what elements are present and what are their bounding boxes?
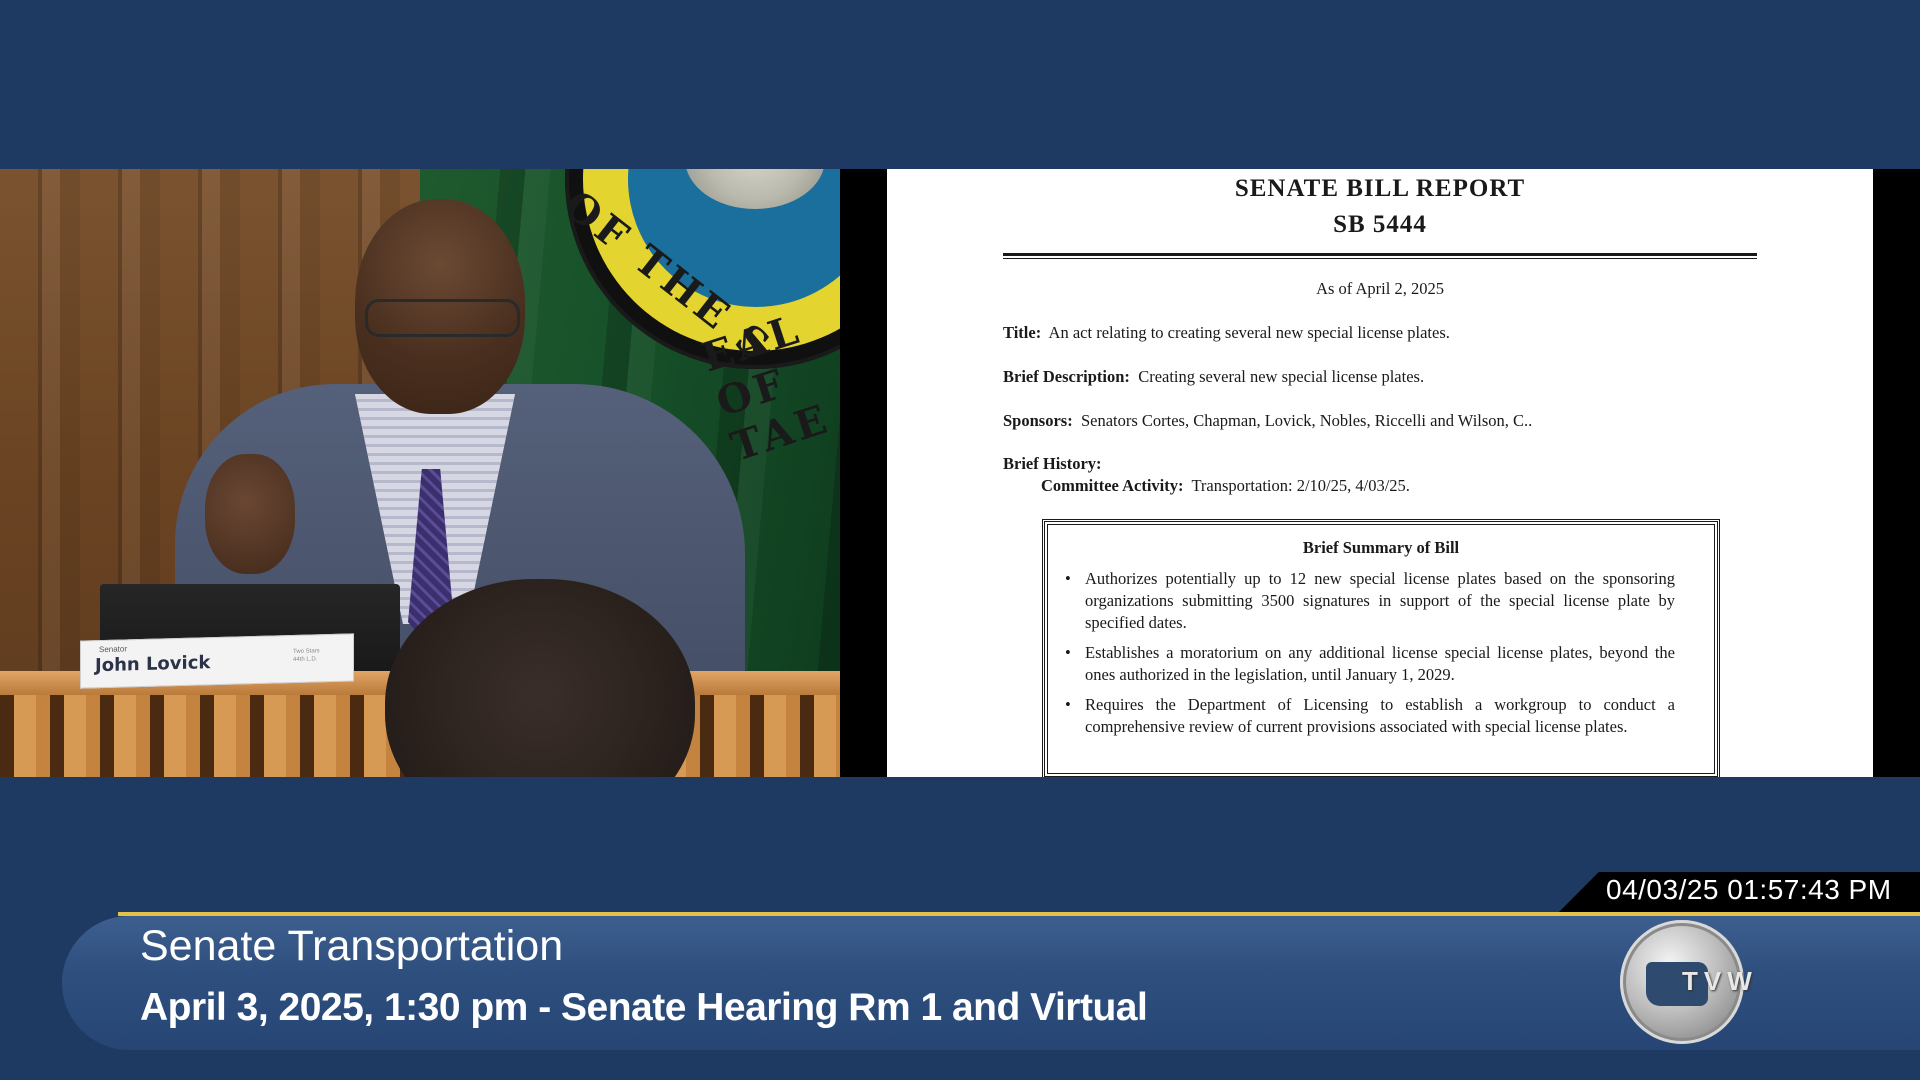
brief-summary-title: Brief Summary of Bill <box>1302 538 1460 557</box>
summary-bullet-3-text: Requires the Department of Licensing to … <box>1085 695 1675 736</box>
brief-description-value: Creating several new special license pla… <box>1138 367 1425 386</box>
bill-number: SB 5444 <box>1333 211 1427 238</box>
committee-activity-line: Committee Activity: Transportation: 2/10… <box>1041 476 1410 496</box>
brief-history-label-text: Brief History: <box>1003 454 1102 473</box>
title-rule-thin <box>1003 258 1757 259</box>
committee-activity-label: Committee Activity: <box>1041 476 1184 495</box>
sponsors-label: Sponsors: <box>1003 411 1073 430</box>
summary-bullet-1: • Authorizes potentially up to 12 new sp… <box>1065 568 1675 634</box>
summary-bullet-2-text: Establishes a moratorium on any addition… <box>1085 643 1675 684</box>
bullet-dot-icon: • <box>1065 643 1071 662</box>
bullet-dot-icon: • <box>1065 569 1071 588</box>
sponsors-value: Senators Cortes, Chapman, Lovick, Nobles… <box>1080 411 1533 430</box>
broadcast-frame: OF THE S EAL OF TAE Senator John Lovick … <box>0 0 1920 1080</box>
camera-feed: OF THE S EAL OF TAE Senator John Lovick … <box>0 169 840 777</box>
program-title: Senate Transportation <box>140 922 564 970</box>
tvw-logo-text: TVW <box>1682 966 1758 996</box>
program-subtitle: April 3, 2025, 1:30 pm - Senate Hearing … <box>140 986 1148 1029</box>
nameplate-district: Two Stars 44th L.D. <box>293 647 320 664</box>
bullet-dot-icon: • <box>1065 695 1071 714</box>
broadcast-timestamp: 04/03/25 01:57:43 PM <box>1606 874 1892 905</box>
summary-bullet-2: • Establishes a moratorium on any additi… <box>1065 642 1675 686</box>
committee-activity-value: Transportation: 2/10/25, 4/03/25. <box>1191 476 1410 495</box>
title-line: Title: An act relating to creating sever… <box>1003 323 1450 343</box>
summary-bullet-1-text: Authorizes potentially up to 12 new spec… <box>1085 569 1675 632</box>
summary-bullet-3: • Requires the Department of Licensing t… <box>1065 694 1675 738</box>
nameplate-district-line-1: Two Stars <box>293 648 320 656</box>
nameplate-name: John Lovick <box>95 652 211 677</box>
sponsors-line: Sponsors: Senators Cortes, Chapman, Lovi… <box>1003 411 1532 431</box>
senator-hand <box>205 454 295 574</box>
brief-history-label: Brief History: <box>1003 454 1102 474</box>
brief-description-line: Brief Description: Creating several new … <box>1003 367 1424 387</box>
senator-glasses <box>365 299 520 337</box>
bill-report-document: SENATE BILL REPORT SB 5444 As of April 2… <box>887 169 1873 777</box>
senator-nameplate: Senator John Lovick Two Stars 44th L.D. <box>80 633 354 689</box>
nameplate-district-line-2: 44th L.D. <box>293 656 318 664</box>
brief-summary-box: Brief Summary of Bill • Authorizes poten… <box>1042 519 1720 777</box>
title-label: Title: <box>1003 323 1042 342</box>
title-value: An act relating to creating several new … <box>1048 323 1450 342</box>
brief-description-label: Brief Description: <box>1003 367 1130 386</box>
report-title: SENATE BILL REPORT <box>1234 175 1526 202</box>
title-rule-thick <box>1003 253 1757 256</box>
nameplate-title: Senator <box>99 644 128 655</box>
as-of-date: As of April 2, 2025 <box>1316 279 1444 298</box>
